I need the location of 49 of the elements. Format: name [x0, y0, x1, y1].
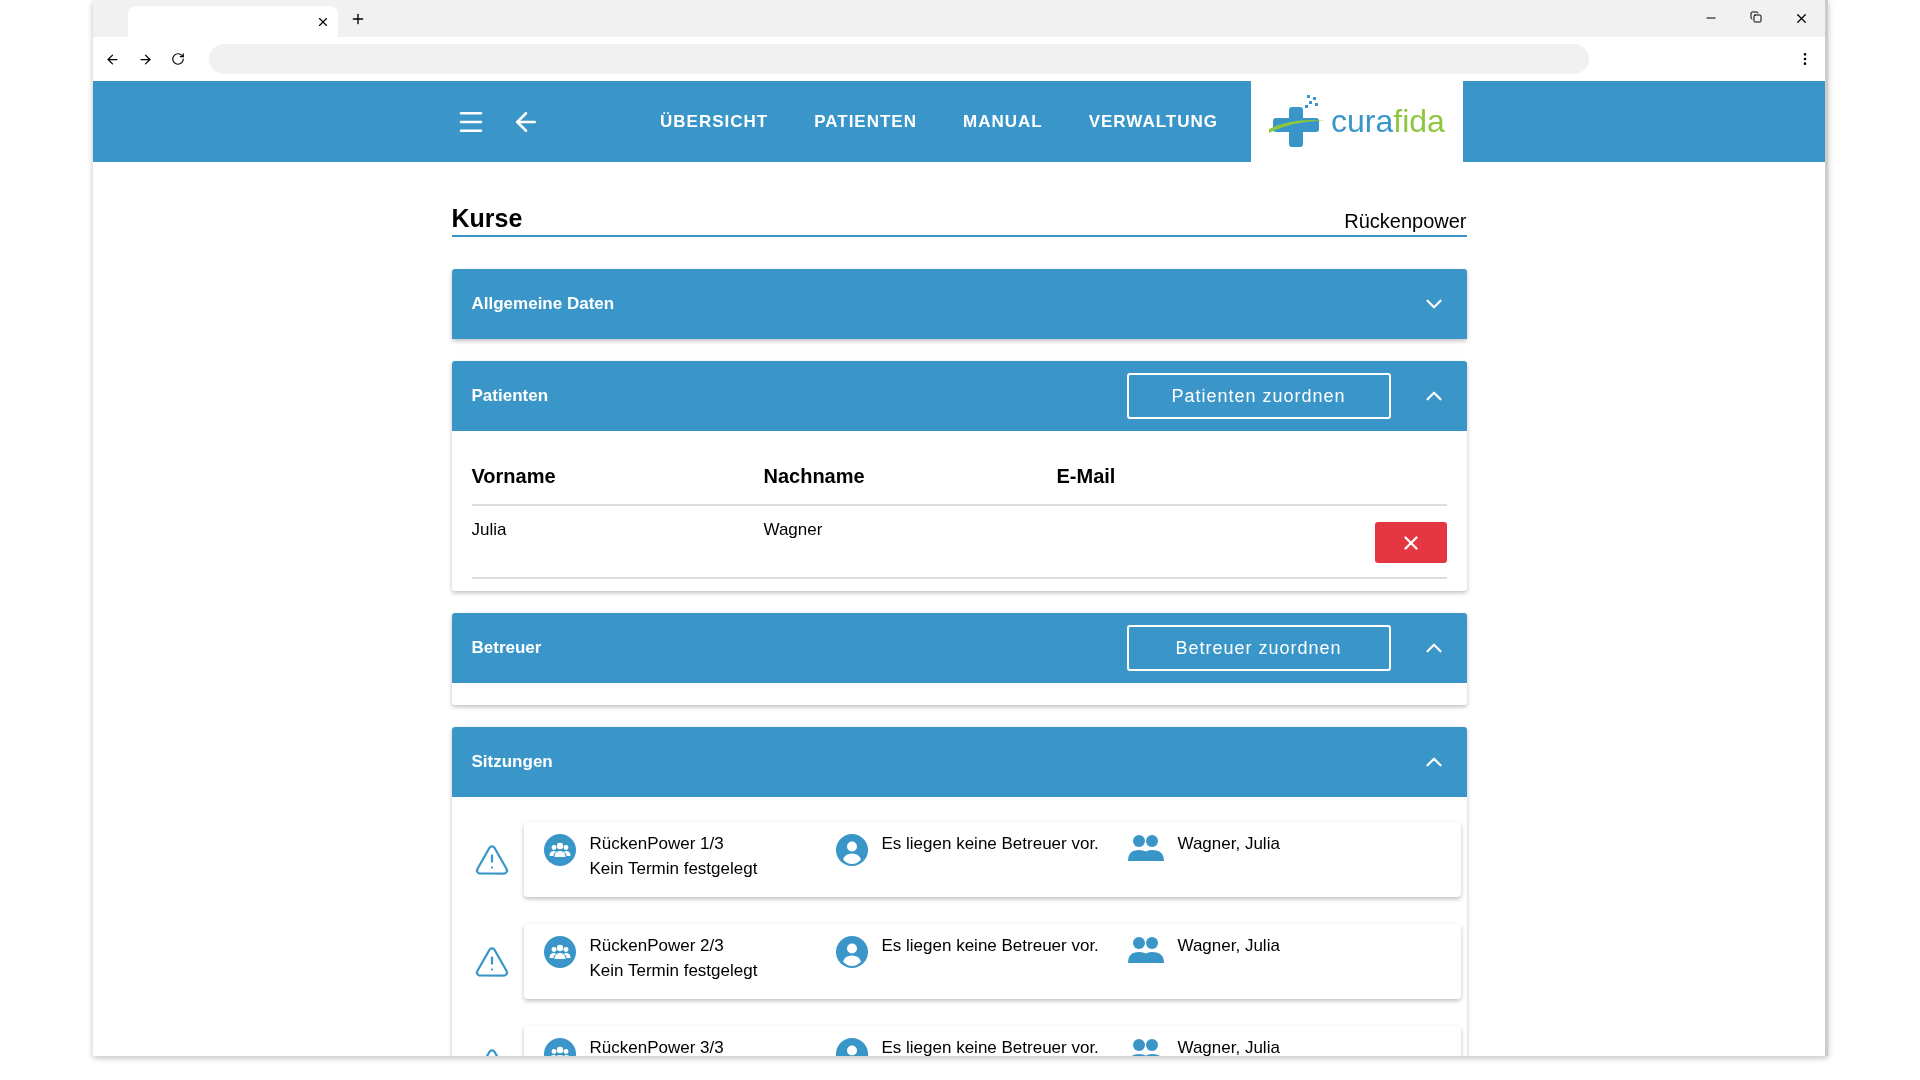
- session-card[interactable]: RückenPower 3/3 Es liegen keine Betreuer vor. Wagner, Julia: [523, 1026, 1461, 1056]
- back-icon[interactable]: [105, 51, 120, 67]
- participants-text: Wagner, Julia: [1177, 936, 1280, 956]
- people-icon: [1127, 936, 1164, 964]
- nav-link[interactable]: MANUAL: [940, 111, 1066, 132]
- group-icon: [543, 936, 576, 968]
- session-title: RückenPower 1/3: [589, 834, 725, 854]
- table-cell-text: Julia: [471, 520, 508, 540]
- user-circle-icon: [835, 936, 868, 968]
- table-cell-text: Wagner: [763, 520, 824, 540]
- course-name: Rückenpower: [1344, 210, 1467, 233]
- reload-icon[interactable]: [171, 52, 185, 66]
- panel-title: Patienten: [471, 386, 550, 406]
- column-header: Nachname: [763, 465, 866, 488]
- user-circle-icon: [835, 834, 868, 866]
- logo-text: fida: [1393, 103, 1445, 139]
- panel-title: Sitzungen: [471, 752, 554, 772]
- page-title: Kurse: [451, 204, 523, 233]
- nav-link[interactable]: PATIENTEN: [791, 111, 940, 132]
- panel-header[interactable]: Betreuer Betreuer zuordnen: [451, 613, 1467, 683]
- panel-header[interactable]: Allgemeine Daten: [451, 269, 1467, 339]
- participants-text: Wagner, Julia: [1177, 1038, 1280, 1056]
- panel-header[interactable]: Patienten Patienten zuordnen: [451, 361, 1467, 431]
- assign-button[interactable]: Patienten zuordnen: [1126, 373, 1391, 419]
- assign-button[interactable]: Betreuer zuordnen: [1126, 625, 1391, 671]
- supervisors-text: Es liegen keine Betreuer vor.: [881, 936, 1099, 956]
- session-title: RückenPower 2/3: [589, 936, 725, 956]
- session-title: RückenPower 3/3: [589, 1038, 724, 1056]
- supervisors-text: Es liegen keine Betreuer vor.: [881, 834, 1099, 854]
- session-date: Kein Termin festgelegt: [589, 859, 758, 879]
- nav-link[interactable]: ÜBERSICHT: [637, 111, 792, 132]
- session-date: Kein Termin festgelegt: [589, 961, 758, 981]
- close-icon[interactable]: [1794, 11, 1809, 26]
- nav-link[interactable]: VERWALTUNG: [1065, 111, 1241, 132]
- group-icon: [543, 834, 576, 866]
- panel-title: Betreuer: [471, 638, 543, 658]
- logo-text: cura: [1331, 103, 1394, 139]
- supervisors-text: Es liegen keine Betreuer vor.: [881, 1038, 1099, 1056]
- panel-title: Allgemeine Daten: [471, 294, 616, 314]
- session-card[interactable]: RückenPower 1/3 Kein Termin festgelegt Es liegen keine Betreuer vor. Wagner, Julia: [523, 822, 1461, 897]
- delete-button[interactable]: [1374, 522, 1447, 563]
- column-header: E-Mail: [1056, 465, 1117, 488]
- participants-text: Wagner, Julia: [1177, 834, 1280, 854]
- restore-icon[interactable]: [1750, 11, 1762, 23]
- panel-header[interactable]: Sitzungen: [451, 727, 1467, 797]
- people-icon: [1127, 834, 1164, 862]
- column-header: Vorname: [471, 465, 557, 488]
- forward-icon[interactable]: [138, 51, 153, 67]
- session-card[interactable]: RückenPower 2/3 Kein Termin festgelegt Es liegen keine Betreuer vor. Wagner, Julia: [523, 924, 1461, 999]
